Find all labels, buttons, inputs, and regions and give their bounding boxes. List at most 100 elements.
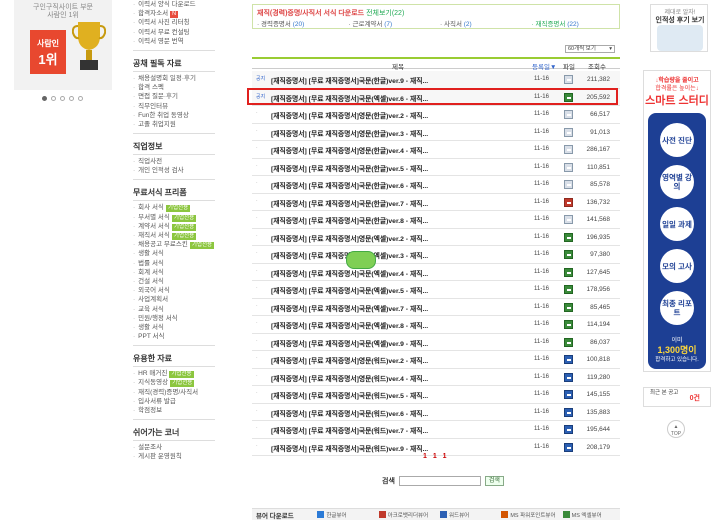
sidebar-item[interactable]: 건설 서식 [133, 277, 215, 286]
sidebar-item[interactable]: HR 매거진기업전용 [133, 369, 215, 379]
row-title-link[interactable]: [재직증명서] [무료 재직증명서]국문(한글)ver.5 - 재직... [271, 163, 521, 173]
row-title-link[interactable]: [재직증명서] [무료 재직증명서]국문(한글)ver.6 - 재직... [271, 180, 521, 190]
word-file-icon[interactable] [564, 372, 573, 382]
row-title-link[interactable]: [재직증명서] [무료 재직증명서]국문(워드)ver.6 - 재직... [271, 408, 521, 418]
dot-3[interactable] [60, 96, 65, 101]
row-title-link[interactable]: [재직증명서] [무료 재직증명서]국문(한글)ver.8 - 재직... [271, 215, 521, 225]
recent-jobs-box[interactable]: 최근 본 공고 0건 [643, 387, 711, 407]
hwp-file-icon[interactable] [564, 110, 573, 119]
excel-file-icon[interactable] [564, 267, 573, 277]
viewer-download-link[interactable]: MS 파워포인트뷰어 [497, 511, 558, 519]
word-file-icon[interactable] [564, 355, 573, 364]
row-title-link[interactable]: [재직증명서] [무료 재직증명서]영문(한글)ver.3 - 재직... [271, 128, 521, 138]
sidebar-item[interactable]: 이력서 양식 다운로드 [133, 0, 215, 9]
search-button[interactable]: 검색 [484, 476, 504, 486]
banner-pagination[interactable] [42, 96, 83, 101]
row-title-link[interactable]: [재직증명서] [무료 재직증명서]영문(한글)ver.2 - 재직... [271, 110, 521, 120]
viewer-download-link[interactable]: 한글뷰어 [313, 511, 374, 519]
row-title-link[interactable]: [재직증명서] [무료 재직증명서]국문(엑셀)ver.8 - 재직... [271, 320, 521, 330]
row-title-link[interactable]: [재직증명서] [무료 재직증명서]국문(한글)ver.7 - 재직... [271, 198, 521, 208]
hwp-file-icon[interactable] [564, 162, 573, 172]
excel-file-icon[interactable] [564, 337, 573, 347]
hwp-file-icon[interactable] [564, 145, 573, 154]
excel-file-icon[interactable] [564, 250, 573, 259]
sidebar-item[interactable]: 민원/행정 서식 [133, 314, 215, 323]
row-title-link[interactable]: [재직증명서] [무료 재직증명서]국문(엑셀)ver.5 - 재직... [271, 285, 521, 295]
sidebar-item[interactable]: 학점정보 [133, 406, 215, 415]
step-circle[interactable]: 일일 과제 [660, 207, 694, 241]
word-file-icon[interactable] [564, 442, 573, 452]
row-title-link[interactable]: [재직증명서] [무료 재직증명서]국문(워드)ver.7 - 재직... [271, 425, 521, 435]
sidebar-item[interactable]: Fun한 취업 동영상 [133, 111, 215, 120]
word-file-icon[interactable] [564, 390, 573, 399]
step-circle[interactable]: 최종 리포트 [660, 291, 694, 325]
viewer-download-link[interactable]: MS 엑셀뷰어 [559, 511, 620, 519]
row-title-link[interactable]: [재직증명서] [무료 재직증명서]국문(워드)ver.5 - 재직... [271, 390, 521, 400]
col-views[interactable]: 조회수 [588, 61, 606, 71]
sidebar-item[interactable]: 부서별 서식기업전용 [133, 213, 215, 222]
search-input[interactable] [398, 476, 481, 486]
step-circle[interactable]: 영역별 강의 [660, 165, 694, 199]
sidebar-item[interactable]: 회사 서식기업전용 [133, 203, 215, 213]
row-title-link[interactable]: [재직증명서] [무료 재직증명서]영문(엑셀)ver.3 - 재직... [271, 250, 521, 260]
pdf-file-icon[interactable] [564, 197, 573, 207]
row-title-link[interactable]: [재직증명서] [무료 재직증명서]국문(엑셀)ver.9 - 재직... [271, 338, 521, 348]
step-circle[interactable]: 모의 고사 [660, 249, 694, 283]
sidebar-item[interactable]: 채용설명회 일정·후기 [133, 74, 215, 83]
category-tab[interactable]: · 사직서 (2) [436, 18, 528, 28]
sidebar-item[interactable]: 교육 서식 [133, 305, 215, 314]
col-date-sort[interactable]: 등록일▼ [532, 61, 556, 71]
sidebar-item[interactable]: 설문조사 [133, 443, 215, 452]
per-page-select[interactable]: 60개씩 보기 [565, 45, 615, 53]
category-tab[interactable]: · 재직증명서 (22) [528, 18, 620, 28]
excel-file-icon[interactable] [564, 302, 573, 312]
category-all-link[interactable]: 전체보기(22) [366, 10, 404, 17]
sidebar-item[interactable]: 개인 인적성 검사 [133, 166, 215, 175]
sidebar-item[interactable]: 합격 스펙 [133, 83, 215, 92]
promo-banner[interactable]: 구인구직사이트 부문 사람인 1위 사람인 1위 [14, 0, 112, 90]
category-tab[interactable]: · 근로계약서 (7) [345, 18, 437, 28]
sidebar-item[interactable]: 이력서 사진 리터칭 [133, 18, 215, 27]
hwp-file-icon[interactable] [564, 180, 573, 189]
pagination[interactable]: 1 1 1 [423, 453, 449, 460]
sidebar-item[interactable]: 입사서류 발급 [133, 397, 215, 406]
step-circle[interactable]: 사전 진단 [660, 123, 694, 157]
row-title-link[interactable]: [재직증명서] [무료 재직증명서]국문(엑셀)ver.7 - 재직... [271, 303, 521, 313]
smart-study-banner[interactable]: ↓학습량을 줄이고 합격률은 높이는↓ 스마트 스터디 이미 1,300명이 합… [643, 70, 711, 372]
sidebar-item[interactable]: 고졸 취업지원 [133, 120, 215, 129]
sidebar-item[interactable]: 생활 서식 [133, 323, 215, 332]
sidebar-item[interactable]: 이력서 무료 컨설팅 [133, 28, 215, 37]
dot-1[interactable] [42, 96, 47, 101]
category-tab[interactable]: · 경력증명서 (20) [253, 18, 345, 28]
row-title-link[interactable]: [재직증명서] [무료 재직증명서]영문(워드)ver.4 - 재직... [271, 373, 521, 383]
sidebar-item[interactable]: 이력서 영문 번역 [133, 37, 215, 46]
sidebar-item[interactable]: 직업사전 [133, 157, 215, 166]
dot-4[interactable] [69, 96, 74, 101]
sidebar-item[interactable]: 사업계획서 [133, 295, 215, 304]
sidebar-item[interactable]: 채용공고 무료스킨기업전용 [133, 240, 215, 250]
row-title-link[interactable]: [재직증명서] [무료 재직증명서]국문(한글)ver.9 - 재직... [271, 75, 521, 85]
excel-file-icon[interactable] [564, 285, 573, 294]
hwp-file-icon[interactable] [564, 215, 573, 224]
sidebar-item[interactable]: 직무인터뷰 [133, 102, 215, 111]
word-file-icon[interactable] [564, 425, 573, 434]
excel-file-icon[interactable] [564, 320, 573, 329]
sidebar-item[interactable]: 지식동영상기업전용 [133, 378, 215, 388]
sidebar-item[interactable]: 합격자소서N [133, 9, 215, 19]
scroll-top-button[interactable]: ▲ TOP [667, 420, 685, 438]
sidebar-item[interactable]: 면접 질문·후기 [133, 92, 215, 101]
aptitude-review-banner[interactable]: 제대로 알자! 인적성 후기 보기 [650, 4, 708, 52]
dot-5[interactable] [78, 96, 83, 101]
row-title-link[interactable]: [재직증명서] [무료 재직증명서]국문(워드)ver.9 - 재직... [271, 443, 521, 453]
row-title-link[interactable]: [재직증명서] [무료 재직증명서]영문(워드)ver.2 - 재직... [271, 355, 521, 365]
sidebar-item[interactable]: 회계 서식 [133, 268, 215, 277]
word-file-icon[interactable] [564, 407, 573, 417]
viewer-download-link[interactable]: 워드뷰어 [436, 511, 497, 519]
sidebar-item[interactable]: 재직(경력)증명/사직서 [133, 388, 215, 397]
row-title-link[interactable]: [재직증명서] [무료 재직증명서]국문(엑셀)ver.4 - 재직... [271, 268, 521, 278]
sidebar-item[interactable]: 재직서 서식기업전용 [133, 231, 215, 240]
sidebar-item[interactable]: 계약서 서식기업전용 [133, 222, 215, 231]
sidebar-item[interactable]: 법률 서식 [133, 259, 215, 268]
sidebar-item[interactable]: 생활 서식 [133, 249, 215, 258]
row-title-link[interactable]: [재직증명서] [무료 재직증명서]영문(한글)ver.4 - 재직... [271, 145, 521, 155]
